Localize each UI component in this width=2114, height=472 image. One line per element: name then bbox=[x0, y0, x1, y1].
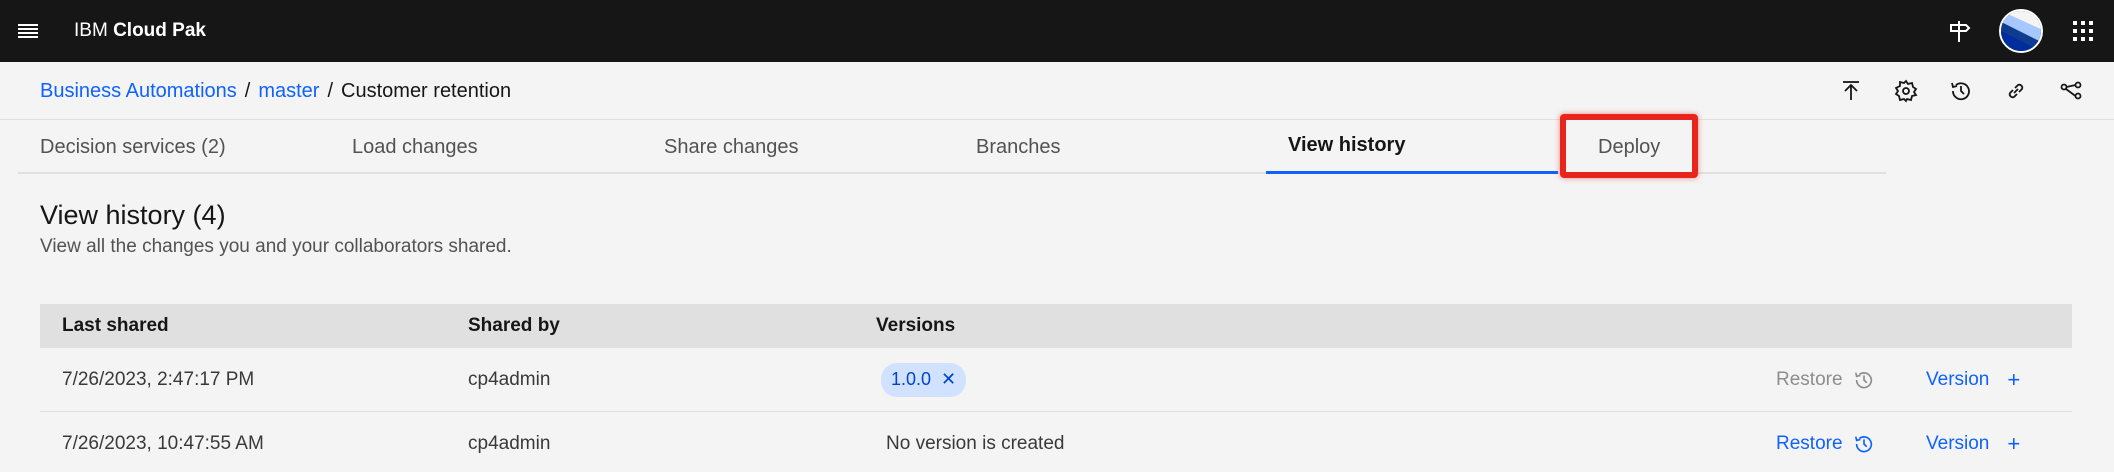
tab-load-changes[interactable]: Load changes bbox=[330, 120, 642, 174]
app-switcher-icon[interactable] bbox=[2052, 0, 2114, 62]
cell-version-text: No version is created bbox=[886, 432, 1065, 454]
tab-branches[interactable]: Branches bbox=[954, 120, 1266, 174]
breadcrumb-separator: / bbox=[244, 80, 251, 102]
page-description: View all the changes you and your collab… bbox=[40, 236, 512, 257]
top-nav-bar: IBM Cloud Pak bbox=[0, 0, 2114, 62]
avatar[interactable] bbox=[1990, 0, 2052, 62]
settings-icon[interactable] bbox=[1878, 72, 1933, 110]
restore-button[interactable]: Restore bbox=[1776, 433, 1875, 455]
restore-label: Restore bbox=[1776, 432, 1843, 454]
tab-view-history[interactable]: View history bbox=[1266, 120, 1558, 174]
restore-button[interactable]: Restore bbox=[1776, 369, 1875, 391]
page-header: Business Automations / master / Customer… bbox=[0, 62, 2114, 120]
signpost-icon[interactable] bbox=[1928, 0, 1990, 62]
brand-product: Cloud Pak bbox=[113, 20, 206, 41]
column-header-last-shared: Last shared bbox=[62, 315, 169, 336]
version-label: Version bbox=[1926, 432, 1990, 454]
version-label: Version bbox=[1926, 368, 1990, 390]
upload-icon[interactable] bbox=[1823, 72, 1878, 110]
menu-icon[interactable] bbox=[0, 0, 56, 62]
add-version-button[interactable]: Version + bbox=[1926, 367, 2020, 393]
flow-icon[interactable] bbox=[2043, 72, 2098, 110]
add-version-button[interactable]: Version + bbox=[1926, 431, 2020, 457]
breadcrumb-business-automations[interactable]: Business Automations bbox=[40, 80, 237, 103]
breadcrumb-current: Customer retention bbox=[341, 80, 512, 102]
plus-icon: + bbox=[2007, 430, 2021, 456]
column-header-shared-by: Shared by bbox=[468, 315, 560, 336]
brand-ibm: IBM bbox=[74, 20, 108, 41]
breadcrumb-master[interactable]: master bbox=[258, 80, 319, 103]
remove-tag-icon[interactable]: ✕ bbox=[941, 369, 956, 390]
cell-last-shared: 7/26/2023, 2:47:17 PM bbox=[62, 368, 255, 390]
user-avatar-icon bbox=[1999, 9, 2043, 53]
cell-shared-by: cp4admin bbox=[468, 432, 551, 454]
tab-bar: Decision services (2) Load changes Share… bbox=[18, 120, 1886, 174]
history-table: Last shared Shared by Versions 7/26/2023… bbox=[40, 304, 2072, 472]
table-header: Last shared Shared by Versions bbox=[40, 304, 2072, 348]
header-actions bbox=[1823, 72, 2098, 110]
version-tag-chip: 1.0.0 ✕ bbox=[881, 362, 967, 397]
restore-icon bbox=[1854, 371, 1872, 388]
cell-last-shared: 7/26/2023, 10:47:55 AM bbox=[62, 432, 264, 454]
column-header-versions: Versions bbox=[876, 315, 956, 336]
product-name[interactable]: IBM Cloud Pak bbox=[74, 20, 206, 42]
breadcrumb: Business Automations / master / Customer… bbox=[40, 80, 511, 103]
version-tag: 1.0.0 ✕ bbox=[881, 362, 967, 397]
table-row: 7/26/2023, 2:47:17 PM cp4admin 1.0.0 ✕ R… bbox=[40, 348, 2072, 412]
tab-decision-services[interactable]: Decision services (2) bbox=[18, 120, 330, 174]
plus-icon: + bbox=[2007, 366, 2021, 392]
table-row: 7/26/2023, 10:47:55 AM cp4admin No versi… bbox=[40, 412, 2072, 472]
page-title: View history (4) bbox=[40, 200, 226, 230]
restore-label: Restore bbox=[1776, 368, 1843, 390]
history-icon[interactable] bbox=[1933, 72, 1988, 110]
version-tag-label: 1.0.0 bbox=[891, 369, 932, 389]
cell-shared-by: cp4admin bbox=[468, 368, 551, 390]
breadcrumb-separator: / bbox=[327, 80, 334, 102]
restore-icon bbox=[1854, 435, 1872, 452]
tab-deploy[interactable]: Deploy bbox=[1558, 120, 1886, 174]
link-icon[interactable] bbox=[1988, 72, 2043, 110]
tab-share-changes[interactable]: Share changes bbox=[642, 120, 954, 174]
